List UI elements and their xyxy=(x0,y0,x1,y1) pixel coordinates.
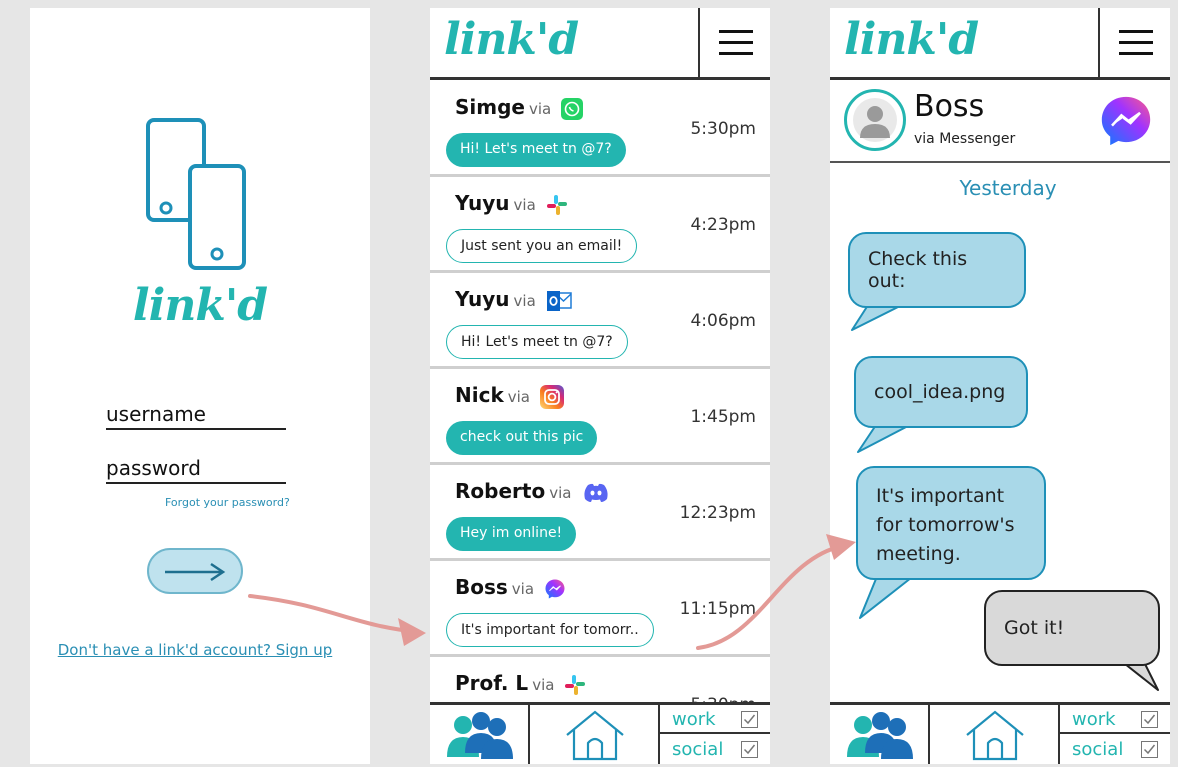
chat-bubble-incoming: It's important for tomorrow's meeting. xyxy=(856,466,1046,580)
work-filter[interactable]: work xyxy=(660,705,770,734)
messenger-icon xyxy=(545,579,565,598)
social-filter-label: social xyxy=(672,739,724,760)
sender-name: Yuyu xyxy=(455,287,510,311)
via-label: via xyxy=(513,292,536,310)
people-icon xyxy=(447,712,513,759)
home-icon xyxy=(966,710,1024,761)
message-time: 11:15pm xyxy=(679,599,756,619)
sender-name: Roberto xyxy=(455,479,546,503)
checkmark-icon xyxy=(1143,714,1156,725)
message-preview: check out this pic xyxy=(446,421,598,455)
social-filter[interactable]: social xyxy=(1060,735,1170,764)
via-label: via xyxy=(513,196,536,214)
home-button[interactable] xyxy=(530,705,660,764)
message-preview: Hi! Let's meet tn @7? xyxy=(446,325,628,359)
login-screen: link'd username password Forgot your pas… xyxy=(30,8,370,764)
message-time: 4:23pm xyxy=(690,215,756,235)
filter-panel: work social xyxy=(1060,705,1170,764)
password-field[interactable]: password xyxy=(106,456,286,484)
sender-name: Nick xyxy=(455,383,504,407)
message-item[interactable]: Simge via Hi! Let's meet tn @7? 5:30pm xyxy=(430,81,770,177)
slack-icon xyxy=(546,194,567,215)
people-icon xyxy=(847,712,913,759)
message-time: 1:45pm xyxy=(690,407,756,427)
via-label: via xyxy=(528,100,552,118)
menu-button[interactable] xyxy=(698,8,770,78)
contacts-button[interactable] xyxy=(830,705,930,764)
message-list: Simge via Hi! Let's meet tn @7? 5:30pm Yu… xyxy=(430,81,770,753)
message-preview: It's important for tomorr.. xyxy=(446,613,654,647)
message-time: 5:30pm xyxy=(690,119,756,139)
message-item[interactable]: Yuyu via Hi! Let's meet tn @7? 4:06pm xyxy=(430,273,770,369)
arrow-right-icon xyxy=(165,562,226,582)
home-icon xyxy=(566,710,624,761)
message-preview: Hey im online! xyxy=(446,517,577,551)
chat-screen: link'd Boss via Messenger Yesterday Chec… xyxy=(830,8,1170,764)
via-label: via xyxy=(507,388,530,406)
message-item[interactable]: Yuyu via Just sent you an email! 4:23pm xyxy=(430,177,770,273)
signup-link[interactable]: Don't have a link'd account? Sign up xyxy=(30,641,360,659)
checkmark-icon xyxy=(743,714,756,725)
brand-logo: link'd xyxy=(444,14,579,65)
app-header: link'd xyxy=(430,8,770,80)
instagram-icon xyxy=(539,384,564,409)
sender-name: Prof. L xyxy=(455,671,529,695)
brand-logo: link'd xyxy=(132,280,268,331)
message-preview: Hi! Let's meet tn @7? xyxy=(446,133,626,167)
filter-panel: work social xyxy=(660,705,770,764)
slack-icon xyxy=(565,674,586,695)
checkmark-icon xyxy=(1143,744,1156,755)
sender-name: Boss xyxy=(455,575,508,599)
message-preview: Just sent you an email! xyxy=(446,229,638,263)
bottom-nav: work social xyxy=(430,702,770,764)
work-filter-label: work xyxy=(1072,709,1116,730)
contacts-button[interactable] xyxy=(430,705,530,764)
hamburger-icon xyxy=(719,30,753,33)
discord-icon xyxy=(584,483,608,502)
work-filter-label: work xyxy=(672,709,716,730)
chat-bubble-outgoing: Got it! xyxy=(984,590,1160,666)
checkmark-icon xyxy=(743,744,756,755)
inbox-screen: link'd Simge via Hi! Let's meet tn @7? 5:… xyxy=(430,8,770,764)
bottom-nav: work social xyxy=(830,702,1170,764)
social-checkbox[interactable] xyxy=(1141,741,1158,758)
message-item[interactable]: Boss via It's important for tomorr.. 11:1… xyxy=(430,561,770,657)
social-filter[interactable]: social xyxy=(660,735,770,764)
home-button[interactable] xyxy=(930,705,1060,764)
whatsapp-icon xyxy=(561,97,584,120)
social-checkbox[interactable] xyxy=(741,741,758,758)
phones-logo-icon xyxy=(146,118,246,270)
login-submit-button[interactable] xyxy=(147,548,243,594)
flow-arrowhead xyxy=(398,618,426,646)
via-label: via xyxy=(532,676,555,694)
work-checkbox[interactable] xyxy=(741,711,758,728)
via-label: via xyxy=(549,484,572,502)
chat-bubble-attachment[interactable]: cool_idea.png xyxy=(854,356,1028,428)
outlook-icon xyxy=(546,290,572,311)
social-filter-label: social xyxy=(1072,739,1124,760)
username-field[interactable]: username xyxy=(106,402,286,430)
sender-name: Yuyu xyxy=(455,191,510,215)
message-item[interactable]: Nick via check out this pic 1:45pm xyxy=(430,369,770,465)
work-checkbox[interactable] xyxy=(1141,711,1158,728)
message-time: 12:23pm xyxy=(679,503,756,523)
work-filter[interactable]: work xyxy=(1060,705,1170,734)
forgot-password-link[interactable]: Forgot your password? xyxy=(165,496,290,509)
sender-name: Simge xyxy=(455,95,525,119)
via-label: via xyxy=(511,580,535,598)
message-time: 4:06pm xyxy=(690,311,756,331)
chat-bubble-incoming: Check this out: xyxy=(848,232,1026,308)
message-item[interactable]: Roberto via Hey im online! 12:23pm xyxy=(430,465,770,561)
